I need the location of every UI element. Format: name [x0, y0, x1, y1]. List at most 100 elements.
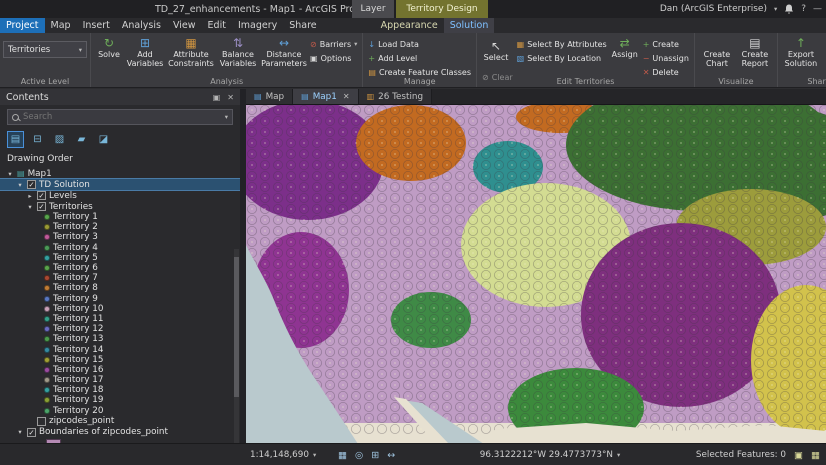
locate-icon[interactable]: ◎ [355, 450, 363, 461]
solve-button[interactable]: ↻ Solve [94, 35, 124, 79]
expander-icon[interactable]: ▾ [6, 170, 14, 178]
tab-analysis[interactable]: Analysis [116, 18, 167, 33]
td-solution-checkbox[interactable]: ✓ [27, 180, 36, 189]
tree-item-boundaries[interactable]: ▾ ✓ Boundaries of zipcodes_point [0, 427, 240, 438]
list-by-editing-icon[interactable]: ▰ [73, 131, 90, 148]
add-variables-label: Add Variables [126, 50, 164, 68]
pan-icon[interactable]: ↔ [387, 450, 395, 461]
tree-item-territory[interactable]: Territory 13 [0, 334, 240, 344]
load-data-button[interactable]: ↓ Load Data [366, 38, 473, 50]
assign-button[interactable]: ⇄ Assign [609, 35, 641, 79]
contextual-group-territory-design[interactable]: Territory Design [396, 0, 488, 18]
tab-view[interactable]: View [167, 18, 202, 33]
tab-insert[interactable]: Insert [77, 18, 116, 33]
balance-variables-button[interactable]: ⇅ Balance Variables [216, 35, 260, 79]
export-solution-button[interactable]: ↑ Export Solution [781, 35, 821, 79]
territories-checkbox[interactable]: ✓ [37, 202, 46, 211]
tree-item-territory[interactable]: Territory 8 [0, 283, 240, 293]
zipcodes-checkbox[interactable] [37, 416, 46, 426]
web-layer-button[interactable]: ◈ Web Layer [821, 35, 826, 79]
active-level-dropdown[interactable]: Territories ▾ [3, 41, 87, 58]
list-by-source-icon[interactable]: ⊟ [29, 131, 46, 148]
tab-solution[interactable]: Solution [443, 18, 495, 33]
search-input[interactable] [23, 112, 221, 122]
tab-share[interactable]: Share [283, 18, 322, 33]
signed-in-user[interactable]: Dan (ArcGIS Enterprise) [660, 4, 767, 14]
tree-item-territory[interactable]: Territory 14 [0, 344, 240, 355]
list-by-drawing-order-icon[interactable]: ▤ [7, 131, 24, 148]
attribute-constraints-button[interactable]: ▦ Attribute Constraints [166, 35, 216, 79]
close-tab-icon[interactable]: ✕ [343, 92, 350, 101]
tree-item-territory[interactable]: Territory 4 [0, 243, 240, 253]
tree-item-territory[interactable]: Territory 5 [0, 253, 240, 263]
extent-icon[interactable]: ⊞ [371, 450, 379, 461]
distance-parameters-button[interactable]: ↔ Distance Parameters [260, 35, 308, 79]
expander-icon[interactable]: ▾ [16, 181, 24, 189]
tree-item-territory[interactable]: Territory 11 [0, 314, 240, 324]
map-scale-control[interactable]: 1:14,148,690 ▾ [250, 444, 316, 465]
contents-scrollbar-thumb[interactable] [234, 257, 239, 397]
select-by-location-button[interactable]: ▧ Select By Location [515, 52, 609, 64]
tree-item-zipcodes-point[interactable]: zipcodes_point [0, 416, 240, 427]
select-by-attributes-button[interactable]: ▦ Select By Attributes [515, 38, 609, 50]
tree-item-territory[interactable]: Territory 9 [0, 294, 240, 304]
unassign-button[interactable]: − Unassign [641, 52, 691, 64]
tree-item-territory[interactable]: Territory 2 [0, 222, 240, 232]
tree-item-territory[interactable]: Territory 16 [0, 365, 240, 375]
tab-imagery[interactable]: Imagery [232, 18, 283, 33]
tab-map[interactable]: Map [45, 18, 77, 33]
selection-icon[interactable]: ▣ [794, 450, 803, 461]
pane-close-icon[interactable]: ✕ [227, 93, 234, 102]
cursor-coordinates-control[interactable]: 96.3122212°W 29.4773773°N ▾ [455, 444, 645, 465]
view-tab-26-testing[interactable]: ▥ 26 Testing [358, 89, 433, 104]
tree-item-td-solution[interactable]: ▾ ✓ TD Solution [0, 178, 240, 191]
create-chart-button[interactable]: Create Chart [698, 35, 736, 79]
expander-icon[interactable]: ▾ [26, 203, 34, 211]
select-button[interactable]: ↖ Select [480, 38, 512, 69]
expander-icon[interactable]: ▸ [26, 192, 34, 200]
help-icon[interactable]: ? [801, 4, 806, 14]
create-report-button[interactable]: ▤ Create Report [736, 35, 774, 79]
user-menu-caret-icon[interactable]: ▾ [774, 5, 777, 13]
pane-dock-icon[interactable]: ▣ [213, 93, 221, 102]
minimize-icon[interactable]: — [813, 4, 822, 14]
notifications-bell-icon[interactable] [784, 4, 794, 15]
boundaries-checkbox[interactable]: ✓ [27, 427, 36, 437]
tree-item-territory[interactable]: Territory 17 [0, 375, 240, 385]
options-button[interactable]: ▣ Options [308, 52, 359, 64]
list-by-selection-icon[interactable]: ▨ [51, 131, 68, 148]
create-button[interactable]: + Create [641, 38, 691, 50]
tree-item-territory[interactable]: Territory 20 [0, 406, 240, 416]
contextual-group-layer[interactable]: Layer [352, 0, 394, 18]
tab-appearance[interactable]: Appearance [375, 18, 444, 33]
tree-item-territory[interactable]: Territory 18 [0, 385, 240, 395]
grid-icon[interactable]: ▦ [338, 450, 347, 461]
search-options-caret-icon[interactable]: ▾ [225, 113, 228, 121]
tree-item-territory[interactable]: Territory 6 [0, 263, 240, 273]
territory-label: Territory 6 [53, 263, 98, 274]
tree-item-territory[interactable]: Territory 7 [0, 273, 240, 283]
tree-item-territories[interactable]: ▾ ✓ Territories [0, 201, 240, 212]
expander-icon[interactable]: ▾ [16, 428, 24, 436]
view-tab-map[interactable]: ▤ Map [246, 89, 294, 104]
territory-color-swatch [44, 275, 50, 282]
tree-item-map1[interactable]: ▾ ▤ Map1 [0, 168, 240, 179]
levels-checkbox[interactable]: ✓ [37, 191, 46, 200]
notification-icon[interactable]: ▦ [811, 450, 820, 461]
tree-item-territory[interactable]: Territory 12 [0, 324, 240, 334]
map-canvas[interactable] [246, 104, 826, 444]
tree-item-levels[interactable]: ▸ ✓ Levels [0, 190, 240, 201]
contents-scrollbar[interactable] [234, 249, 239, 443]
tab-edit[interactable]: Edit [202, 18, 232, 33]
view-tab-map1[interactable]: ▤ Map1 ✕ [293, 89, 359, 104]
add-level-button[interactable]: + Add Level [366, 52, 473, 64]
tree-item-territory[interactable]: Territory 3 [0, 232, 240, 242]
add-variables-button[interactable]: ⊞ Add Variables [124, 35, 166, 79]
barriers-button[interactable]: ⊘ Barriers ▾ [308, 38, 359, 50]
tab-project[interactable]: Project [0, 18, 45, 33]
tree-item-territory[interactable]: Territory 15 [0, 355, 240, 365]
list-by-snapping-icon[interactable]: ◪ [95, 131, 112, 148]
tree-item-territory[interactable]: Territory 10 [0, 304, 240, 314]
tree-item-territory[interactable]: Territory 1 [0, 212, 240, 222]
tree-item-territory[interactable]: Territory 19 [0, 395, 240, 405]
